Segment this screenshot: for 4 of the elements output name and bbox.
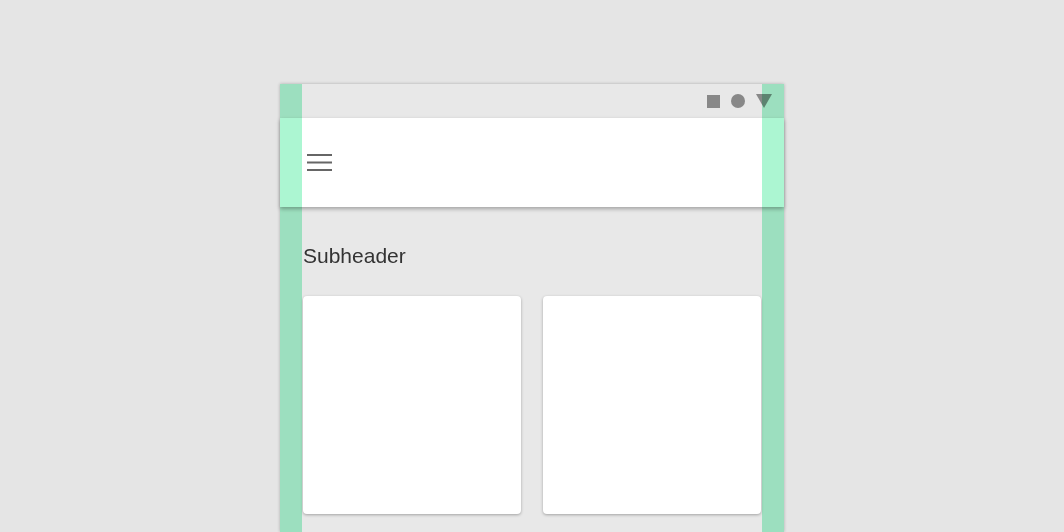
square-icon: [707, 94, 720, 108]
circle-icon: [731, 94, 745, 108]
subheader: Subheader: [302, 243, 407, 269]
menu-icon[interactable]: [307, 154, 332, 171]
